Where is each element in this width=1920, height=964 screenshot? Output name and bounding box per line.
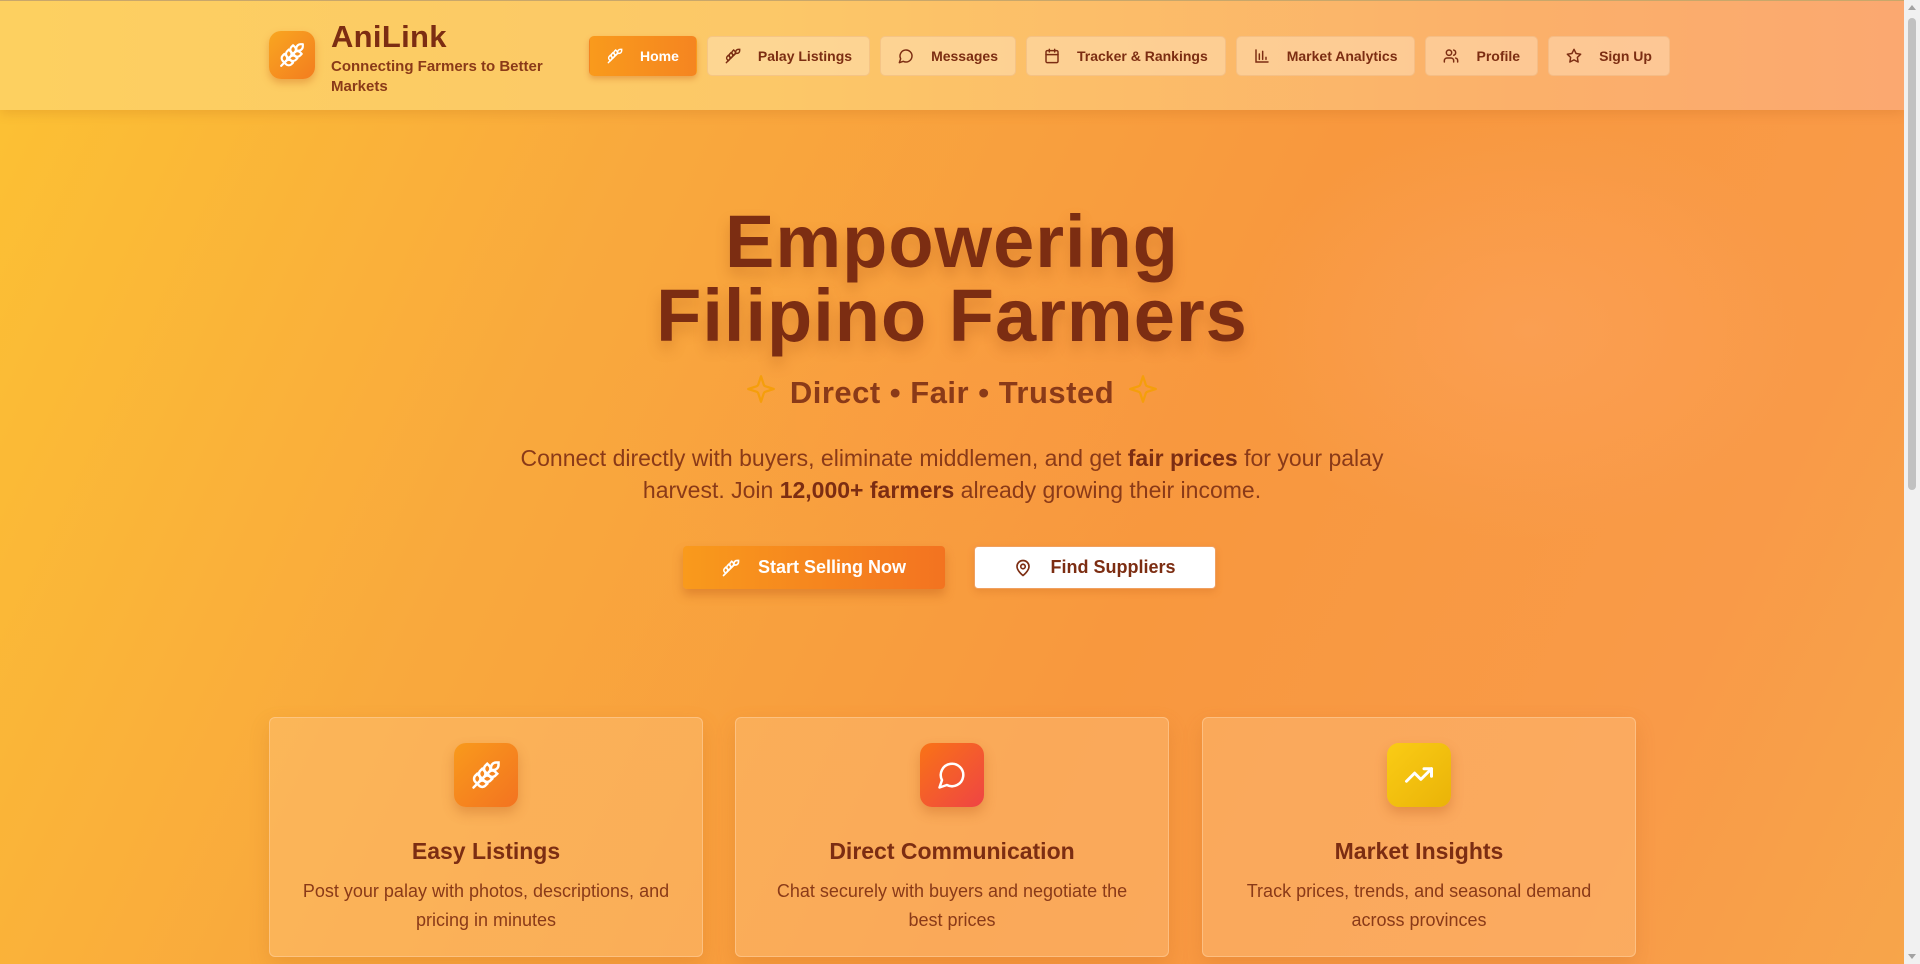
feature-text: Track prices, trends, and seasonal deman… [1246,881,1592,930]
calendar-icon [1044,48,1060,64]
star-icon [1566,48,1582,64]
nav-label: Market Analytics [1286,48,1398,64]
nav-home[interactable]: Home [589,36,697,76]
button-label: Start Selling Now [757,557,907,577]
nav-label: Messages [931,48,998,64]
hero-subtitle-row: Direct • Fair • Trusted [0,372,1904,414]
scroll-down-arrow-icon[interactable] [1908,954,1916,959]
scrollbar-thumb[interactable] [1908,18,1916,490]
chat-icon [920,743,984,807]
nav-palay-listings[interactable]: Palay Listings [706,36,871,76]
nav-sign-up[interactable]: Sign Up [1548,36,1670,76]
button-label: Find Suppliers [1050,557,1176,577]
nav-profile[interactable]: Profile [1425,36,1539,76]
find-suppliers-button[interactable]: Find Suppliers [974,546,1216,589]
wheat-icon [454,743,518,807]
wheat-icon [722,559,740,577]
scroll-up-arrow-icon[interactable] [1908,5,1916,10]
nav-label: Palay Listings [757,48,853,64]
page-viewport: AniLink Connecting Farmers to Better Mar… [0,0,1904,964]
hero-title: Empowering Filipino Farmers [0,205,1904,353]
desc-text: already growing their income. [954,477,1262,503]
nav-label: Home [640,48,679,64]
brand-tagline: Connecting Farmers to Better Markets [331,58,543,95]
nav-market-analytics[interactable]: Market Analytics [1235,36,1416,76]
hero-title-line1: Empowering [724,200,1180,283]
chat-icon [898,48,914,64]
feature-title: Easy Listings [411,838,561,864]
sparkle-icon [744,372,778,414]
feature-card-market-insights: Market Insights Track prices, trends, an… [1202,717,1636,957]
hero-title-line2: Filipino Farmers [656,274,1248,357]
desc-highlight: fair prices [1127,445,1238,471]
hero-subtitle: Direct • Fair • Trusted [789,375,1115,410]
feature-title: Market Insights [1334,838,1504,864]
trending-up-icon [1387,743,1451,807]
brand[interactable]: AniLink Connecting Farmers to Better Mar… [269,21,551,97]
brand-name: AniLink [331,19,447,54]
feature-title: Direct Communication [829,838,1075,864]
nav-label: Profile [1476,48,1521,64]
desc-text: Connect directly with buyers, eliminate … [520,445,1128,471]
feature-card-easy-listings: Easy Listings Post your palay with photo… [269,717,703,957]
feature-card-direct-communication: Direct Communication Chat securely with … [735,717,1169,957]
feature-text: Chat securely with buyers and negotiate … [776,881,1128,930]
nav-messages[interactable]: Messages [880,36,1016,76]
hero-description: Connect directly with buyers, eliminate … [520,442,1384,506]
desc-highlight: 12,000+ farmers [779,477,955,503]
sparkle-icon [1126,372,1160,414]
wheat-icon [725,48,741,64]
map-pin-icon [1014,559,1032,577]
feature-text: Post your palay with photos, description… [302,881,670,930]
nav-label: Tracker & Rankings [1077,48,1208,64]
start-selling-button[interactable]: Start Selling Now [683,546,945,589]
vertical-scrollbar[interactable] [1904,0,1920,964]
users-icon [1443,48,1459,64]
nav-tracker-rankings[interactable]: Tracker & Rankings [1026,36,1226,76]
wheat-icon [607,48,623,64]
nav-label: Sign Up [1599,48,1652,64]
site-header: AniLink Connecting Farmers to Better Mar… [0,0,1904,110]
bar-chart-icon [1254,48,1270,64]
wheat-icon [269,31,315,79]
main-nav: Home Palay Listings Messages Tracker & R… [589,36,1670,76]
